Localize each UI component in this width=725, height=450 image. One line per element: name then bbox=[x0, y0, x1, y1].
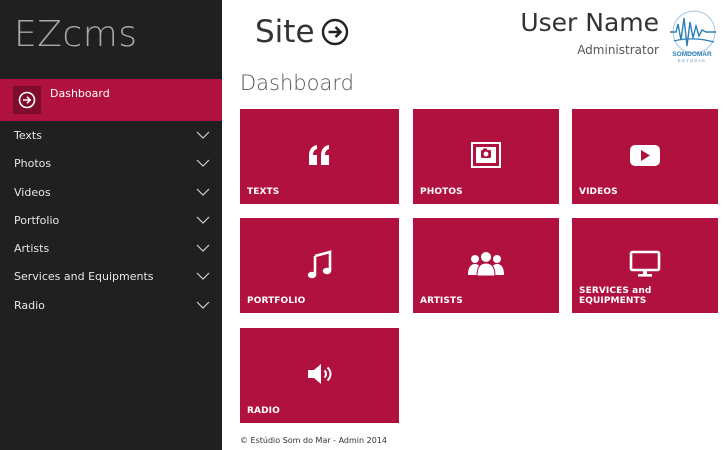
brand-logo[interactable]: EZcms bbox=[14, 14, 138, 55]
page-title: Dashboard bbox=[240, 71, 354, 95]
sidebar-item-label: Portfolio bbox=[14, 213, 60, 227]
tile-label: PORTFOLIO bbox=[247, 296, 306, 306]
tile-label: SERVICES and EQUIPMENTS bbox=[579, 286, 652, 306]
sidebar-item-label: Texts bbox=[14, 129, 42, 142]
speaker-icon bbox=[240, 360, 399, 388]
logo-subtext: ESTÚDIO bbox=[678, 58, 706, 63]
user-name[interactable]: User Name bbox=[520, 8, 659, 37]
tile-label: ARTISTS bbox=[420, 296, 463, 306]
users-icon bbox=[413, 250, 559, 278]
tile-services[interactable]: SERVICES and EQUIPMENTS bbox=[572, 218, 718, 313]
footer-copyright: © Estúdio Som do Mar - Admin 2014 bbox=[240, 436, 387, 445]
tile-photos[interactable]: PHOTOS bbox=[413, 109, 559, 204]
chevron-down-icon bbox=[196, 159, 210, 168]
site-title: Site bbox=[255, 14, 315, 50]
studio-logo: SOMDOMAR ESTÚDIO bbox=[670, 10, 716, 63]
logo-text: SOMDOMAR bbox=[672, 51, 712, 58]
sidebar-item-portfolio[interactable]: Portfolio bbox=[0, 206, 222, 234]
tile-label: PHOTOS bbox=[420, 187, 463, 197]
tile-videos[interactable]: VIDEOS bbox=[572, 109, 718, 204]
arrow-right-circle-icon bbox=[321, 18, 348, 46]
chevron-down-icon bbox=[196, 216, 210, 224]
sidebar-item-label: Services and Equipments bbox=[14, 270, 154, 284]
chevron-down-icon bbox=[196, 273, 210, 281]
user-role: Administrator bbox=[577, 43, 659, 57]
sidebar-item-services[interactable]: Services and Equipments bbox=[0, 262, 222, 290]
chevron-down-icon bbox=[196, 301, 210, 309]
tile-label: TEXTS bbox=[247, 187, 280, 197]
sidebar-item-label: Radio bbox=[14, 298, 45, 312]
sidebar-item-label: Videos bbox=[14, 185, 51, 199]
sidebar-item-label: Dashboard bbox=[50, 87, 110, 100]
sidebar-item-artists[interactable]: Artists bbox=[0, 234, 222, 262]
sidebar-item-radio[interactable]: Radio bbox=[0, 291, 222, 319]
tile-label: VIDEOS bbox=[579, 187, 618, 197]
chevron-down-icon bbox=[196, 188, 210, 196]
tile-label: RADIO bbox=[247, 406, 280, 416]
tile-artists[interactable]: ARTISTS bbox=[413, 218, 559, 313]
sidebar-item-texts[interactable]: Texts bbox=[0, 121, 222, 149]
quote-icon bbox=[240, 141, 399, 169]
sidebar-item-dashboard[interactable]: Dashboard bbox=[0, 79, 222, 121]
tile-portfolio[interactable]: PORTFOLIO bbox=[240, 218, 399, 313]
photos-icon bbox=[413, 141, 559, 169]
arrow-right-circle-icon bbox=[13, 86, 41, 114]
sidebar-item-videos[interactable]: Videos bbox=[0, 178, 222, 206]
site-link[interactable]: Site bbox=[255, 14, 349, 50]
tile-texts[interactable]: TEXTS bbox=[240, 109, 399, 204]
music-note-icon bbox=[240, 250, 399, 280]
chevron-down-icon bbox=[196, 244, 210, 253]
sidebar-item-label: Artists bbox=[14, 242, 50, 256]
sidebar-nav: Texts Photos Videos Portfolio Artists Se… bbox=[0, 121, 222, 319]
chevron-down-icon bbox=[196, 131, 210, 139]
play-icon bbox=[572, 141, 718, 169]
sidebar-item-label: Photos bbox=[14, 157, 52, 171]
monitor-icon bbox=[572, 250, 718, 278]
sidebar-item-photos[interactable]: Photos bbox=[0, 149, 222, 177]
tile-radio[interactable]: RADIO bbox=[240, 328, 399, 423]
sidebar: EZcms Dashboard Texts Photos Videos Port… bbox=[0, 0, 222, 450]
